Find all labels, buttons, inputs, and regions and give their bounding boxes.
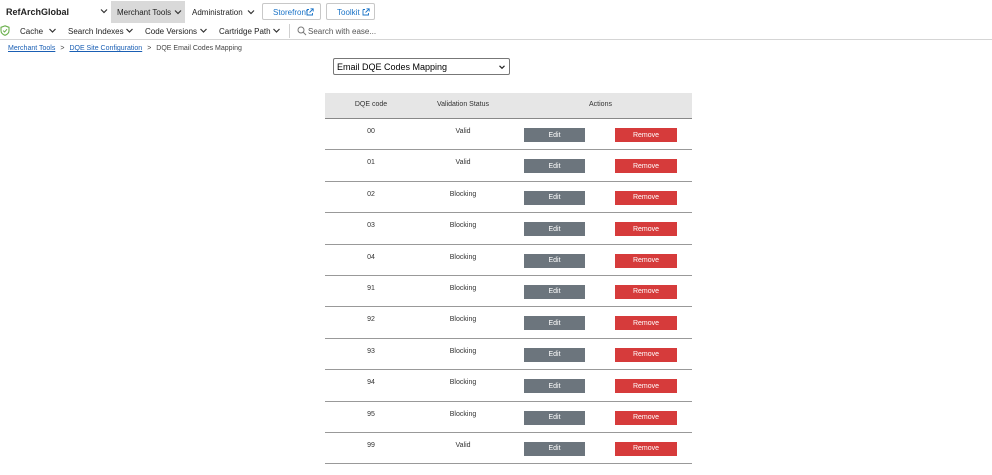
validation-status-cell: Blocking — [449, 347, 477, 355]
breadcrumb-separator: > — [60, 45, 65, 52]
remove-button[interactable]: Remove — [615, 159, 677, 174]
site-selector-label[interactable]: RefArchGlobal — [6, 7, 69, 17]
validation-status-cell: Blocking — [449, 284, 477, 292]
breadcrumb-link-merchant-tools[interactable]: Merchant Tools — [8, 45, 55, 52]
remove-button[interactable]: Remove — [615, 284, 677, 299]
edit-button[interactable]: Edit — [524, 253, 585, 268]
remove-button[interactable]: Remove — [615, 190, 677, 205]
tab-administration[interactable]: Administration — [186, 1, 258, 23]
tab-merchant-tools[interactable]: Merchant Tools — [111, 1, 185, 23]
edit-button[interactable]: Edit — [524, 379, 585, 394]
select-value: Email DQE Codes Mapping — [337, 62, 448, 72]
remove-button[interactable]: Remove — [615, 222, 677, 237]
table-row: 94 Blocking Edit Remove — [325, 370, 692, 402]
storefront-label: Storefront — [273, 8, 309, 17]
dqe-code-cell: 93 — [367, 347, 375, 355]
validation-status-cell: Blocking — [449, 253, 477, 261]
edit-button[interactable]: Edit — [524, 222, 585, 237]
chevron-down-icon[interactable] — [98, 5, 110, 17]
edit-button[interactable]: Edit — [524, 190, 585, 205]
table-row: 00 Valid Edit Remove — [325, 119, 692, 151]
menu-cache[interactable]: Cache — [20, 27, 43, 36]
breadcrumb-link-dqe-site-configuration[interactable]: DQE Site Configuration — [69, 45, 142, 52]
edit-button[interactable]: Edit — [524, 316, 585, 331]
edit-button[interactable]: Edit — [524, 441, 585, 456]
dqe-code-cell: 04 — [367, 253, 375, 261]
breadcrumb: Merchant Tools > DQE Site Configuration > DQ… — [8, 45, 242, 52]
chevron-down-icon — [174, 10, 182, 15]
table-body: 00 Valid Edit Remove 01 Valid Edit Remove 02 Bloc… — [325, 119, 692, 465]
validation-status-cell: Blocking — [449, 316, 477, 324]
remove-button[interactable]: Remove — [615, 316, 677, 331]
column-header-validation-status: Validation Status — [436, 101, 489, 108]
table-row: 93 Blocking Edit Remove — [325, 339, 692, 371]
column-header-actions: Actions — [589, 101, 612, 108]
toolkit-label: Toolkit — [337, 8, 360, 17]
remove-button[interactable]: Remove — [615, 347, 677, 362]
secondary-toolbar: Cache Search Indexes Code Versions Cartr… — [0, 23, 992, 40]
search-icon — [297, 26, 307, 36]
table-row: 04 Blocking Edit Remove — [325, 245, 692, 276]
menu-code-versions[interactable]: Code Versions — [145, 27, 197, 36]
edit-button[interactable]: Edit — [524, 410, 585, 425]
breadcrumb-current: DQE Email Codes Mapping — [156, 45, 242, 52]
validation-status-cell: Blocking — [449, 190, 477, 198]
validation-status-cell: Blocking — [449, 222, 477, 230]
remove-button[interactable]: Remove — [615, 410, 677, 425]
tab-label: Merchant Tools — [117, 8, 172, 17]
table-row: 92 Blocking Edit Remove — [325, 307, 692, 339]
table-row: 99 Valid Edit Remove — [325, 433, 692, 465]
table-row: 91 Blocking Edit Remove — [325, 276, 692, 308]
menu-cartridge-path[interactable]: Cartridge Path — [219, 27, 271, 36]
top-nav-bar: RefArchGlobal Merchant Tools Administrat… — [0, 0, 992, 24]
remove-button[interactable]: Remove — [615, 253, 677, 268]
breadcrumb-separator: > — [147, 45, 152, 52]
validation-status-cell: Valid — [455, 128, 471, 135]
remove-button[interactable]: Remove — [615, 128, 677, 142]
dqe-code-cell: 03 — [367, 222, 375, 230]
external-link-icon — [306, 8, 314, 16]
dqe-code-cell: 00 — [367, 128, 375, 135]
toolbar-divider — [289, 24, 290, 38]
chevron-down-icon[interactable] — [198, 25, 209, 36]
dqe-code-cell: 02 — [367, 190, 375, 198]
codes-table: DQE code Validation Status Actions 00 Val… — [325, 93, 692, 465]
table-row: 95 Blocking Edit Remove — [325, 402, 692, 433]
external-link-icon — [362, 8, 370, 16]
remove-button[interactable]: Remove — [615, 441, 677, 456]
validation-status-cell: Blocking — [449, 379, 477, 387]
chevron-down-icon — [499, 65, 505, 70]
tab-label: Administration — [192, 8, 243, 17]
chevron-down-icon — [247, 10, 255, 15]
search-input[interactable] — [308, 24, 508, 38]
remove-button[interactable]: Remove — [615, 379, 677, 394]
toolkit-button[interactable]: Toolkit — [326, 3, 375, 20]
storefront-button[interactable]: Storefront — [262, 3, 321, 20]
dqe-code-cell: 99 — [367, 441, 375, 449]
shield-icon[interactable] — [0, 25, 10, 36]
chevron-down-icon[interactable] — [47, 25, 58, 36]
dqe-code-cell: 95 — [367, 410, 375, 418]
dqe-code-cell: 94 — [367, 379, 375, 387]
edit-button[interactable]: Edit — [524, 128, 585, 142]
validation-status-cell: Valid — [455, 159, 471, 167]
mapping-type-select[interactable]: Email DQE Codes Mapping — [333, 58, 510, 75]
edit-button[interactable]: Edit — [524, 284, 585, 299]
dqe-code-cell: 01 — [367, 159, 375, 167]
edit-button[interactable]: Edit — [524, 347, 585, 362]
table-row: 01 Valid Edit Remove — [325, 150, 692, 182]
table-row: 03 Blocking Edit Remove — [325, 213, 692, 245]
chevron-down-icon[interactable] — [271, 25, 282, 36]
column-header-dqe-code: DQE code — [354, 101, 388, 108]
table-row: 02 Blocking Edit Remove — [325, 182, 692, 214]
edit-button[interactable]: Edit — [524, 159, 585, 174]
validation-status-cell: Blocking — [449, 410, 477, 418]
chevron-down-icon[interactable] — [124, 25, 135, 36]
dqe-code-cell: 91 — [367, 284, 375, 292]
menu-search-indexes[interactable]: Search Indexes — [68, 27, 124, 36]
table-header: DQE code Validation Status Actions — [325, 93, 692, 119]
validation-status-cell: Valid — [455, 441, 471, 449]
dqe-code-cell: 92 — [367, 316, 375, 324]
